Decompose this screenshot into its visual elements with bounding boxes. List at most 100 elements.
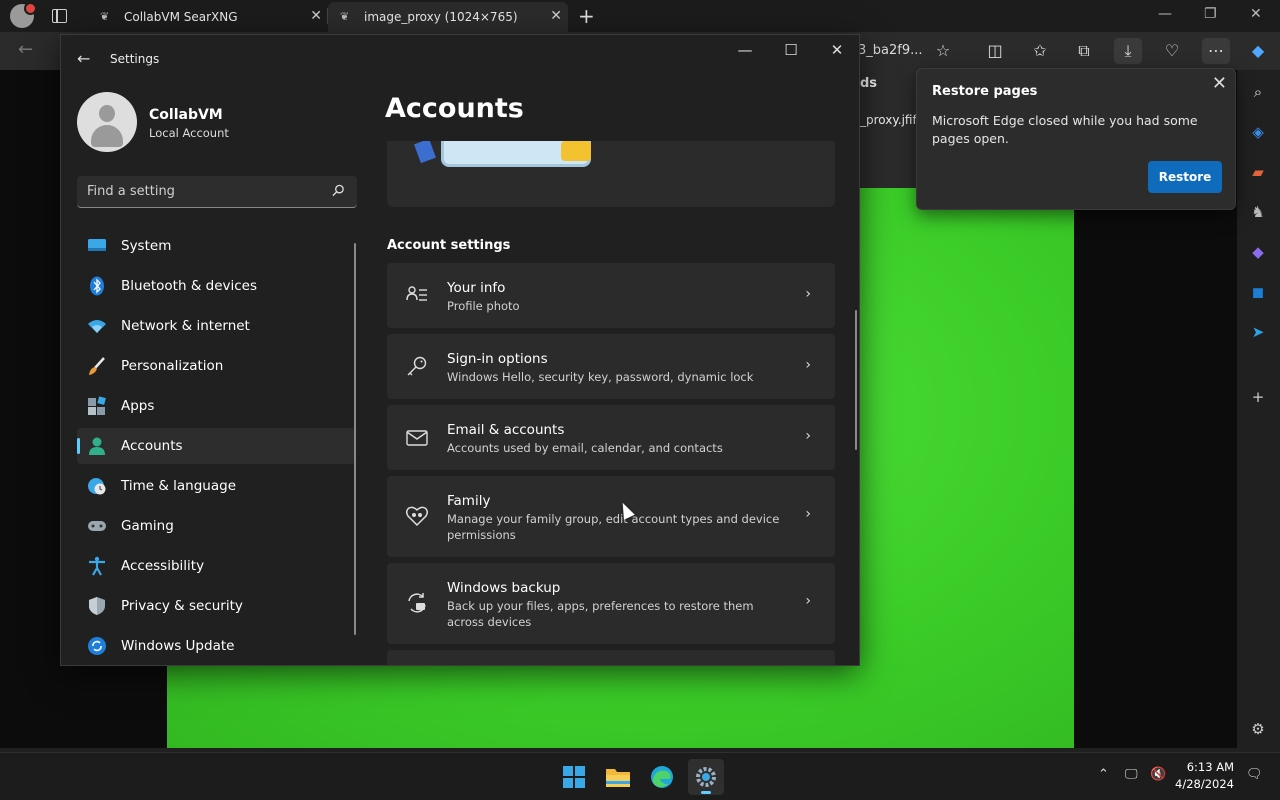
- card-email-accounts[interactable]: Email & accounts Accounts used by email,…: [387, 405, 835, 470]
- gamepad-icon: [88, 521, 106, 531]
- restore-window-icon[interactable]: ❐: [1204, 6, 1217, 22]
- favorite-star-icon[interactable]: ☆: [929, 38, 957, 64]
- card-subtitle: Profile photo: [447, 299, 520, 313]
- user-name: CollabVM: [149, 107, 223, 123]
- downloads-icon[interactable]: ⤓: [1114, 38, 1142, 64]
- restore-pages-popup: Restore pages ✕ Microsoft Edge closed wh…: [916, 68, 1236, 210]
- sidebar-search-icon[interactable]: ⌕: [1249, 83, 1267, 101]
- sidebar-item-label: Personalization: [121, 358, 224, 374]
- favorites-icon[interactable]: ✩: [1026, 38, 1054, 64]
- sidebar-shopping-icon[interactable]: ◈: [1249, 123, 1267, 141]
- settings-search-box[interactable]: [77, 176, 357, 208]
- sidebar-item-accounts[interactable]: Accounts: [77, 428, 355, 464]
- settings-taskbar-app[interactable]: [688, 759, 724, 795]
- close-popup-icon[interactable]: ✕: [1212, 73, 1227, 94]
- bluetooth-icon: [90, 276, 104, 296]
- sidebar-item-privacy-security[interactable]: Privacy & security: [77, 588, 355, 624]
- search-icon: [332, 184, 344, 197]
- page-favicon-icon: ❦: [100, 10, 110, 23]
- card-title: Your info: [447, 280, 506, 296]
- close-tab-icon[interactable]: ✕: [550, 8, 562, 24]
- more-menu-icon[interactable]: ⋯: [1202, 38, 1230, 64]
- hero-illustration-blue: [414, 141, 436, 164]
- sidebar-send-icon[interactable]: ➤: [1249, 323, 1267, 341]
- edge-browser-icon[interactable]: [644, 759, 680, 795]
- file-explorer-icon[interactable]: [600, 759, 636, 795]
- address-bar-text[interactable]: 3_ba2f9...: [858, 43, 923, 58]
- card-title: Family: [447, 493, 491, 509]
- clock-time[interactable]: 6:13 AM: [1184, 760, 1234, 774]
- sidebar-item-label: System: [121, 238, 172, 254]
- sidebar-item-accessibility[interactable]: Accessibility: [77, 548, 355, 584]
- restore-button[interactable]: Restore: [1148, 161, 1222, 193]
- card-your-info[interactable]: Your info Profile photo ›: [387, 263, 835, 328]
- sidebar-item-gaming[interactable]: Gaming: [77, 508, 355, 544]
- sidebar-item-time-language[interactable]: Time & language: [77, 468, 355, 504]
- notifications-icon[interactable]: 🗨: [1246, 767, 1263, 782]
- sidebar-copilot-icon[interactable]: ◆: [1249, 243, 1267, 261]
- new-tab-icon[interactable]: +: [578, 4, 595, 28]
- back-icon[interactable]: ←: [18, 39, 33, 60]
- card-title: Windows backup: [447, 580, 561, 596]
- close-tab-icon[interactable]: ✕: [310, 8, 322, 24]
- sidebar-item-personalization[interactable]: Personalization: [77, 348, 355, 384]
- close-icon[interactable]: ✕: [822, 41, 852, 59]
- collections-icon[interactable]: ⧉: [1070, 38, 1098, 64]
- avatar[interactable]: [77, 92, 137, 152]
- show-hidden-icons-chevron-icon[interactable]: ⌃: [1098, 767, 1109, 782]
- chevron-right-icon: ›: [805, 357, 811, 373]
- person-info-icon: [406, 286, 427, 301]
- close-window-icon[interactable]: ✕: [1250, 6, 1262, 22]
- card-next-partial[interactable]: [387, 650, 835, 665]
- sidebar-add-icon[interactable]: +: [1249, 388, 1267, 406]
- volume-muted-icon[interactable]: 🔇: [1150, 767, 1166, 782]
- chevron-right-icon: ›: [805, 593, 811, 609]
- popup-message: Microsoft Edge closed while you had some…: [932, 113, 1198, 146]
- edge-sidebar: ⌕ ◈ ▰ ♞ ◆ ◼ ➤ + ⚙: [1237, 70, 1280, 748]
- avatar-body: [91, 125, 123, 147]
- minimize-icon[interactable]: —: [1158, 6, 1172, 22]
- sidebar-item-network[interactable]: Network & internet: [77, 308, 355, 344]
- sidebar-item-apps[interactable]: Apps: [77, 388, 355, 424]
- card-subtitle: Windows Hello, security key, password, d…: [447, 370, 754, 384]
- desktop: ❦ CollabVM SearXNG ✕ ❦ image_proxy (1024…: [0, 0, 1280, 800]
- nav-scrollbar[interactable]: [354, 243, 356, 635]
- popup-title: Restore pages: [932, 84, 1038, 99]
- backup-icon: [408, 593, 426, 613]
- settings-nav: System Bluetooth & devices Network & int…: [77, 228, 355, 665]
- account-type: Local Account: [149, 126, 229, 140]
- sidebar-settings-icon[interactable]: ⚙: [1249, 720, 1267, 738]
- browser-tab-image-proxy[interactable]: ❦ image_proxy (1024×765) ✕: [328, 2, 568, 32]
- clock-date[interactable]: 4/28/2024: [1170, 777, 1234, 791]
- chevron-right-icon: ›: [805, 506, 811, 522]
- content-scrollbar[interactable]: [855, 310, 857, 450]
- sidebar-tools-icon[interactable]: ▰: [1249, 163, 1267, 181]
- search-input[interactable]: [87, 176, 327, 207]
- minimize-icon[interactable]: —: [730, 41, 760, 59]
- browser-essentials-icon[interactable]: ♡: [1158, 38, 1186, 64]
- card-family[interactable]: Family Manage your family group, edit ac…: [387, 476, 835, 557]
- back-icon[interactable]: ←: [77, 49, 90, 68]
- maximize-icon[interactable]: ☐: [776, 41, 806, 59]
- accounts-icon: [89, 437, 105, 455]
- start-windows-icon[interactable]: [556, 759, 592, 795]
- sidebar-item-label: Gaming: [121, 518, 174, 534]
- browser-tab-searxng[interactable]: ❦ CollabVM SearXNG ✕: [88, 2, 328, 32]
- card-sign-in-options[interactable]: Sign-in options Windows Hello, security …: [387, 334, 835, 399]
- card-windows-backup[interactable]: Windows backup Back up your files, apps,…: [387, 563, 835, 644]
- tab-actions-icon[interactable]: [52, 9, 67, 23]
- mail-icon: [406, 430, 428, 446]
- sidebar-games-icon[interactable]: ♞: [1249, 203, 1267, 221]
- tab-title: image_proxy (1024×765): [364, 10, 518, 24]
- sidebar-item-bluetooth[interactable]: Bluetooth & devices: [77, 268, 355, 304]
- split-screen-icon[interactable]: ◫: [981, 38, 1009, 64]
- profile-avatar[interactable]: [10, 2, 37, 28]
- brush-icon: [89, 357, 105, 375]
- wifi-icon: [88, 320, 106, 333]
- network-icon[interactable]: 🖵: [1125, 767, 1138, 782]
- sidebar-item-system[interactable]: System: [77, 228, 355, 264]
- copilot-icon[interactable]: ◆: [1244, 38, 1272, 64]
- sidebar-outlook-icon[interactable]: ◼: [1249, 283, 1267, 301]
- sidebar-item-windows-update[interactable]: Windows Update: [77, 628, 355, 664]
- download-file-name[interactable]: _proxy.jfif: [860, 113, 917, 127]
